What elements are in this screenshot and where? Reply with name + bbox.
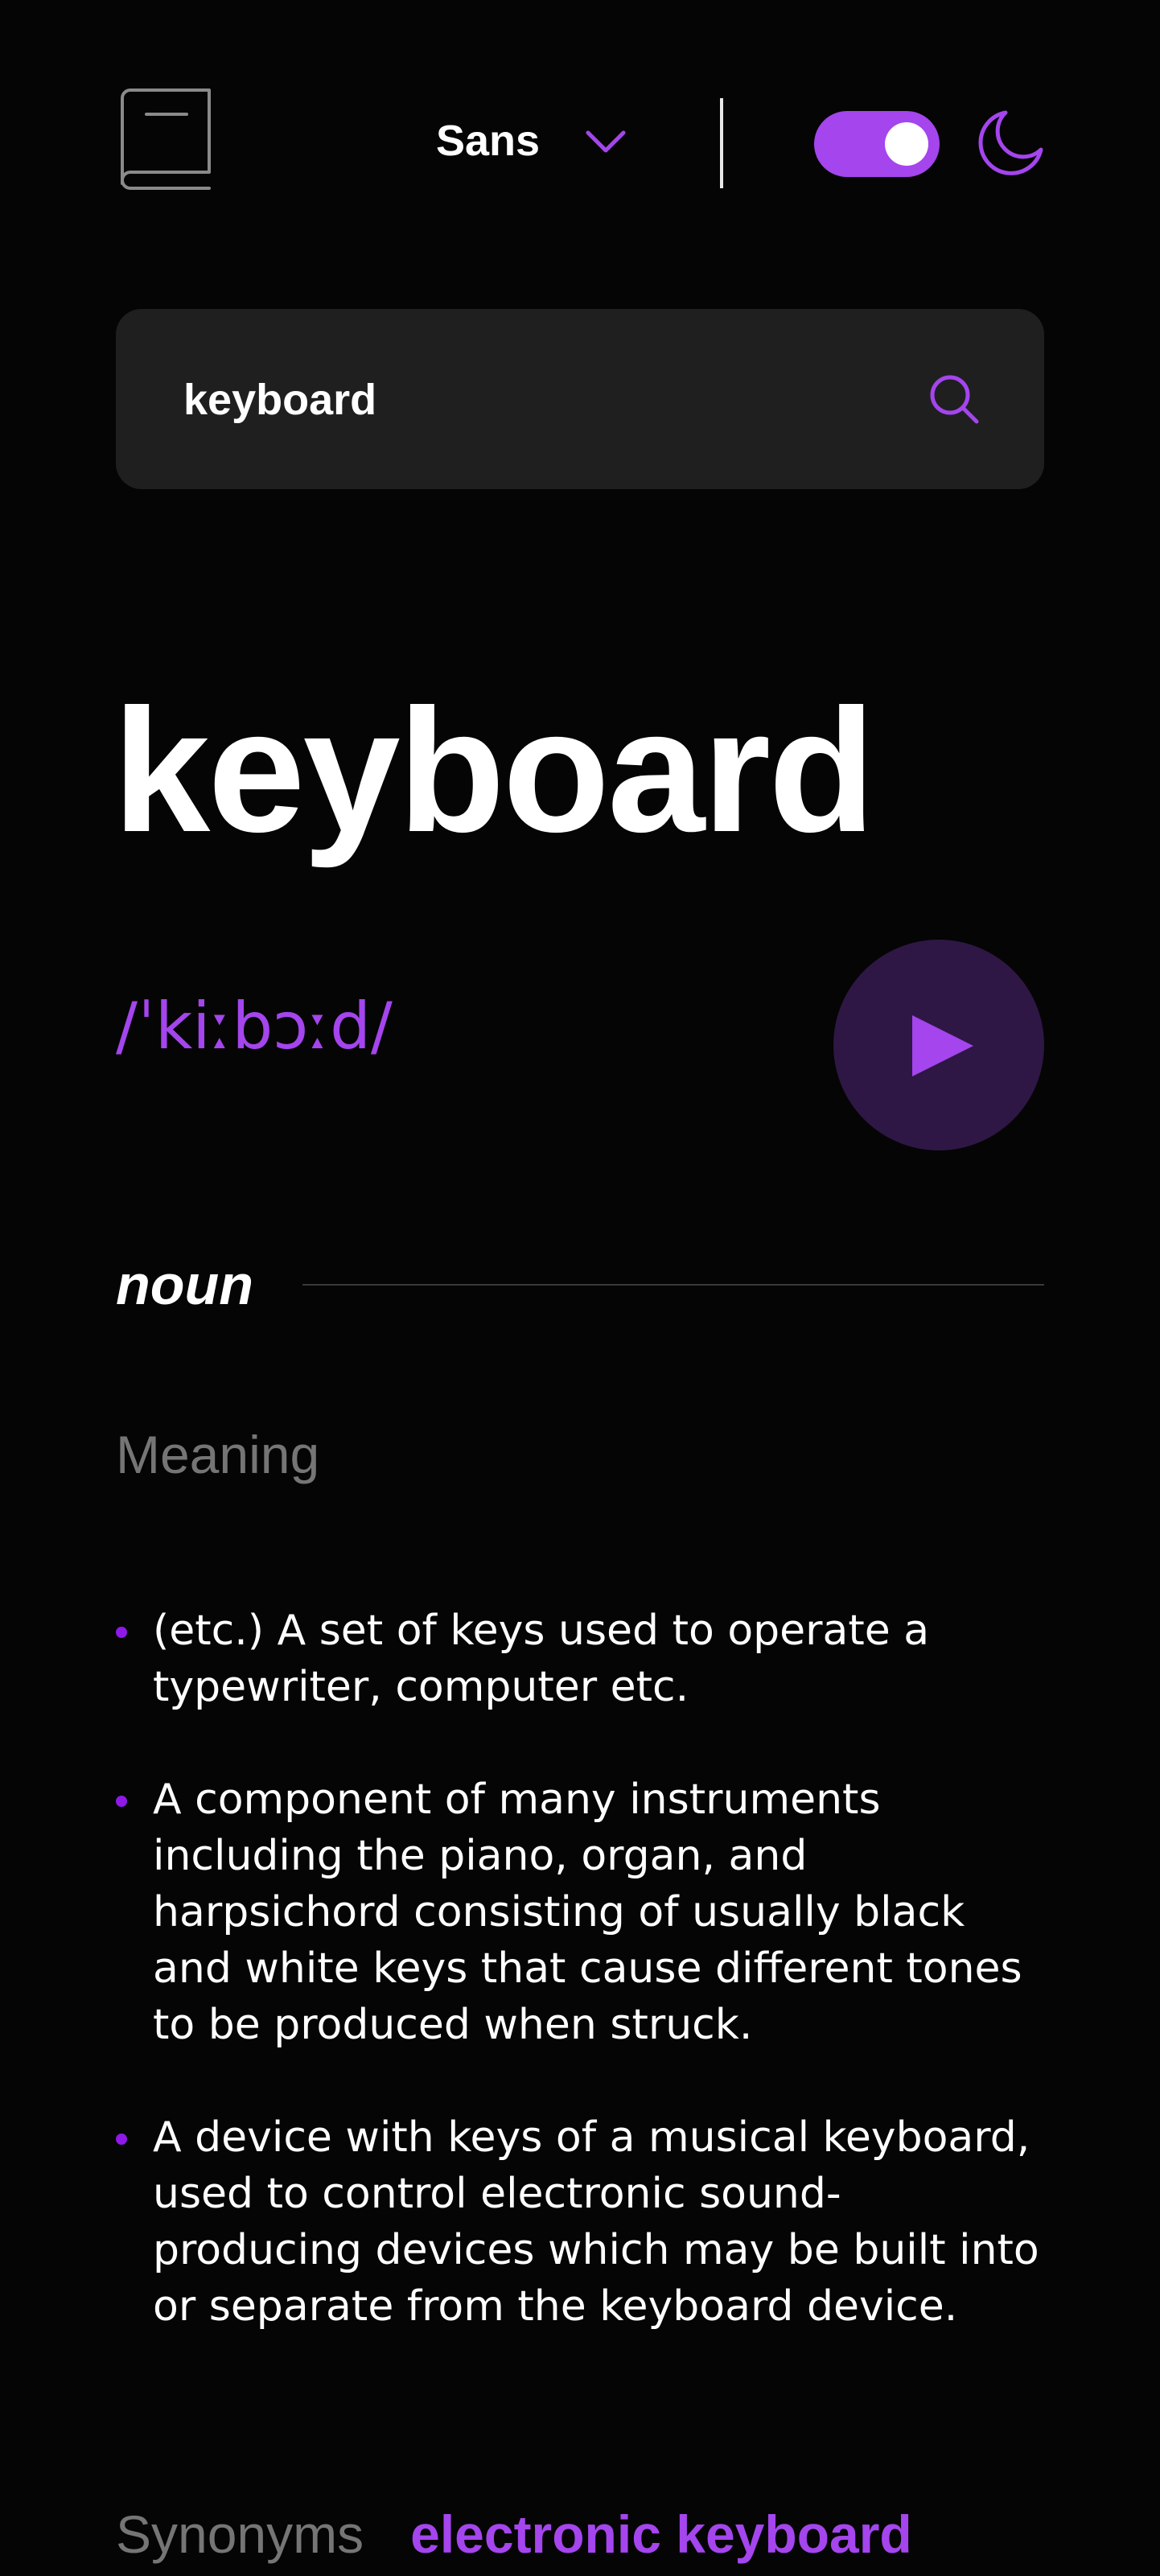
font-selector[interactable]: Sans <box>436 113 627 169</box>
header-divider <box>720 98 723 188</box>
search-input[interactable] <box>182 309 909 491</box>
definition-text: A device with keys of a musical keyboard… <box>153 2113 1039 2331</box>
definition-item: A component of many instruments includin… <box>116 1772 1044 2053</box>
chevron-down-icon <box>585 120 627 162</box>
book-icon[interactable] <box>116 88 212 198</box>
synonym-link[interactable]: electronic keyboard <box>410 2504 912 2565</box>
meaning-heading: Meaning <box>116 1425 320 1484</box>
part-of-speech-label: noun <box>116 1253 254 1316</box>
definition-list: (etc.) A set of keys used to operate a t… <box>116 1603 1044 2391</box>
bullet <box>116 2134 127 2145</box>
divider-line <box>302 1284 1044 1286</box>
theme-toggle[interactable] <box>814 111 940 177</box>
synonyms-heading: Synonyms <box>116 2504 364 2564</box>
word-title: keyboard <box>113 673 875 869</box>
play-audio-button[interactable] <box>833 940 1044 1150</box>
phonetic-text: /ˈkiːbɔːd/ <box>116 989 393 1064</box>
header: Sans <box>116 88 1044 198</box>
bullet <box>116 1627 127 1638</box>
toggle-knob <box>885 122 928 166</box>
moon-icon[interactable] <box>977 109 1044 177</box>
bullet <box>116 1796 127 1807</box>
synonyms-row: Synonyms electronic keyboard <box>116 2504 912 2565</box>
definition-text: (etc.) A set of keys used to operate a t… <box>153 1607 930 1711</box>
part-of-speech: noun <box>116 1249 1044 1320</box>
definition-item: A device with keys of a musical keyboard… <box>116 2109 1044 2335</box>
play-icon <box>912 1015 973 1076</box>
definition-text: A component of many instruments includin… <box>153 1776 1022 2049</box>
font-selector-label: Sans <box>436 117 541 165</box>
search-icon[interactable] <box>928 373 980 425</box>
search-bar <box>116 309 1044 491</box>
definition-item: (etc.) A set of keys used to operate a t… <box>116 1603 1044 1715</box>
